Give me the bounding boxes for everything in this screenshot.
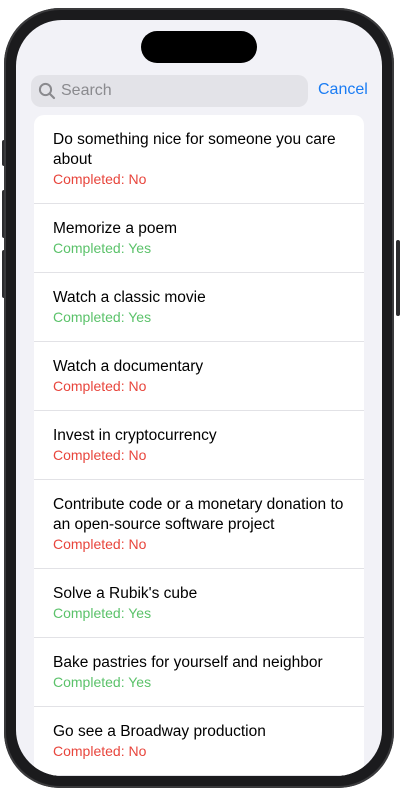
task-title: Watch a classic movie <box>53 289 206 306</box>
search-bar: Cancel <box>31 75 371 108</box>
search-input[interactable] <box>61 82 301 100</box>
task-title: Contribute code or a monetary donation t… <box>53 496 344 533</box>
device: Cancel Do something nice for someone you… <box>0 0 404 800</box>
list-item[interactable]: Invest in cryptocurrency Completed: No <box>34 411 364 480</box>
task-status: Completed: Yes <box>53 674 152 690</box>
task-title: Invest in cryptocurrency <box>53 427 217 444</box>
list-item[interactable]: Solve a Rubik's cube Completed: Yes <box>34 569 364 638</box>
cancel-button[interactable]: Cancel <box>318 81 368 99</box>
list-item[interactable]: Go see a Broadway production Completed: … <box>34 707 364 776</box>
dynamic-island <box>141 31 257 63</box>
list-item[interactable]: Watch a documentary Completed: No <box>34 342 364 411</box>
list-item[interactable]: Watch a classic movie Completed: Yes <box>34 273 364 342</box>
task-title: Watch a documentary <box>53 358 204 375</box>
search-icon <box>38 82 56 100</box>
list-item[interactable]: Memorize a poem Completed: Yes <box>34 204 364 273</box>
screen: Cancel Do something nice for someone you… <box>16 20 382 776</box>
task-status: Completed: No <box>53 447 147 463</box>
task-status: Completed: Yes <box>53 605 152 621</box>
task-status: Completed: No <box>53 743 147 759</box>
task-list: Do something nice for someone you care a… <box>34 115 364 776</box>
task-title: Go see a Broadway production <box>53 723 266 740</box>
power-button <box>396 240 400 316</box>
list-item[interactable]: Do something nice for someone you care a… <box>34 115 364 204</box>
task-title: Do something nice for someone you care a… <box>53 131 336 168</box>
list-item[interactable]: Bake pastries for yourself and neighbor … <box>34 638 364 707</box>
task-status: Completed: No <box>53 378 147 394</box>
search-field[interactable] <box>31 75 308 107</box>
task-status: Completed: No <box>53 171 147 187</box>
task-title: Solve a Rubik's cube <box>53 585 198 602</box>
task-status: Completed: Yes <box>53 309 152 325</box>
task-title: Bake pastries for yourself and neighbor <box>53 654 323 671</box>
task-title: Memorize a poem <box>53 220 178 237</box>
task-status: Completed: Yes <box>53 240 152 256</box>
list-item[interactable]: Contribute code or a monetary donation t… <box>34 480 364 569</box>
task-status: Completed: No <box>53 536 147 552</box>
